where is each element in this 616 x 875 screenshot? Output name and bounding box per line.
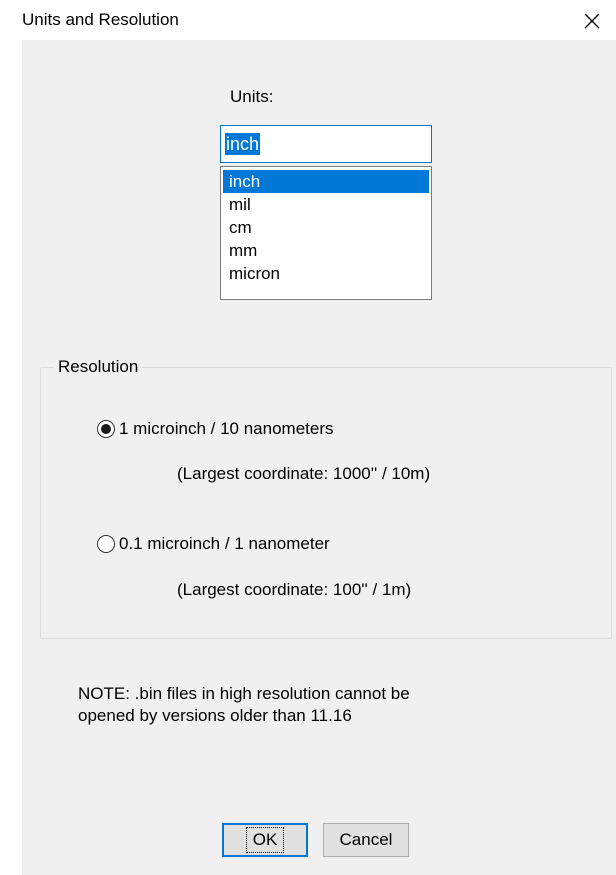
- close-button[interactable]: [572, 4, 612, 38]
- resolution-option-2-radio[interactable]: 0.1 microinch / 1 nanometer: [97, 534, 330, 554]
- units-label: Units:: [230, 87, 274, 106]
- resolution-option-1-hint: (Largest coordinate: 1000'' / 10m): [177, 464, 431, 483]
- units-option-micron[interactable]: micron: [223, 262, 429, 285]
- note-line-1: NOTE: .bin files in high resolution cann…: [78, 684, 410, 703]
- ok-button[interactable]: OK: [222, 823, 308, 857]
- units-listbox[interactable]: inch mil cm mm micron: [220, 166, 432, 300]
- units-input-value: inch: [225, 133, 261, 155]
- units-option-cm[interactable]: cm: [223, 216, 429, 239]
- resolution-option-1-radio[interactable]: 1 microinch / 10 nanometers: [97, 419, 334, 439]
- window-title: Units and Resolution: [22, 10, 179, 29]
- cancel-button[interactable]: Cancel: [323, 823, 409, 857]
- radio-checked-icon: [97, 420, 115, 438]
- units-option-inch[interactable]: inch: [223, 170, 429, 193]
- units-option-mil[interactable]: mil: [223, 193, 429, 216]
- note-line-2: opened by versions older than 11.16: [78, 706, 352, 725]
- radio-unchecked-icon: [97, 535, 115, 553]
- resolution-option-2-label: 0.1 microinch / 1 nanometer: [119, 534, 330, 553]
- resolution-legend: Resolution: [54, 357, 143, 377]
- units-option-mm[interactable]: mm: [223, 239, 429, 262]
- resolution-option-2-hint: (Largest coordinate: 100'' / 1m): [177, 580, 412, 599]
- note-text: NOTE: .bin files in high resolution cann…: [78, 683, 548, 727]
- units-input[interactable]: inch: [220, 125, 432, 163]
- title-bar: Units and Resolution: [0, 0, 616, 40]
- ok-button-label: OK: [245, 827, 285, 853]
- close-icon: [584, 13, 600, 29]
- resolution-option-1-label: 1 microinch / 10 nanometers: [119, 419, 334, 438]
- cancel-button-label: Cancel: [339, 830, 393, 849]
